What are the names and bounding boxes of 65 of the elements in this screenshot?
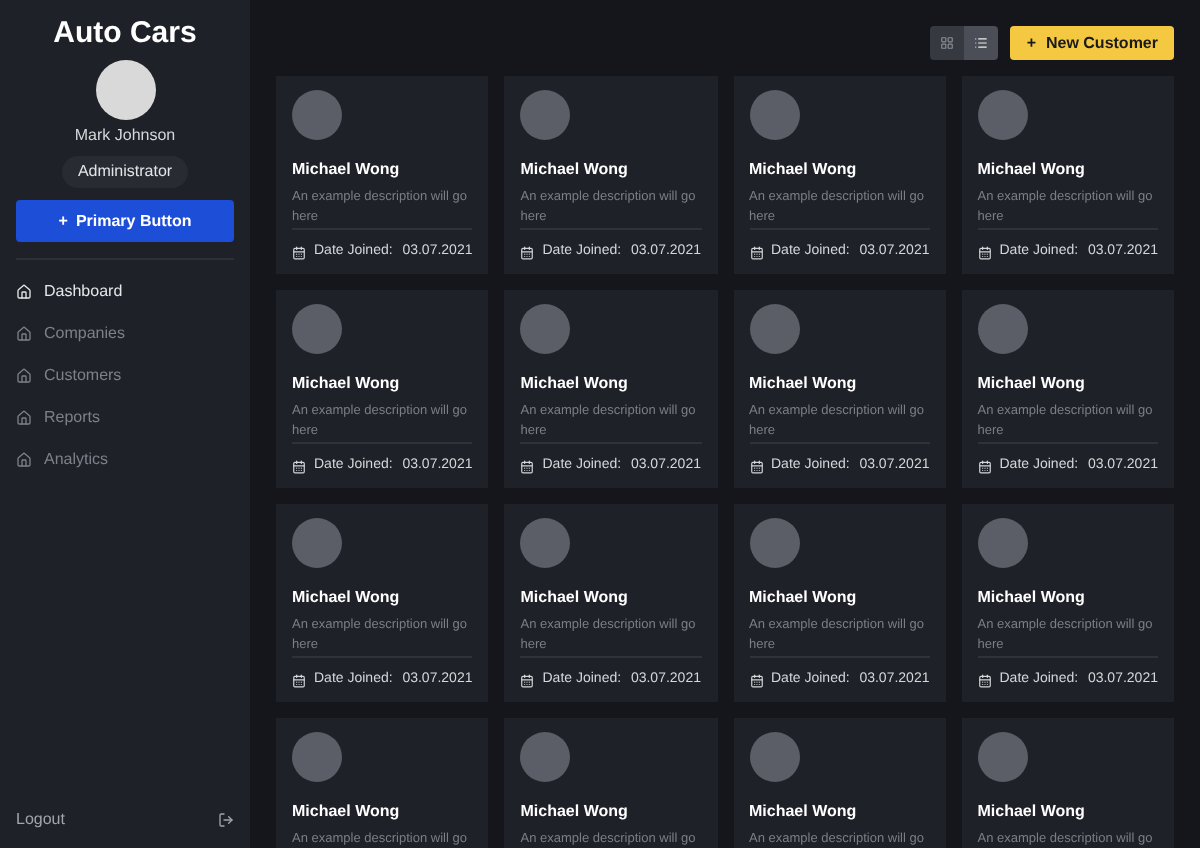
customer-name: Michael Wong: [977, 588, 1087, 608]
customer-name: Michael Wong: [292, 374, 402, 394]
nav-item[interactable]: Dashboard: [16, 270, 234, 312]
calendar-icon: [292, 459, 306, 473]
calendar-icon: [749, 245, 763, 259]
customer-name: Michael Wong: [292, 588, 402, 608]
nav-item[interactable]: Customers: [16, 354, 234, 396]
customer-name: Michael Wong: [749, 588, 859, 608]
avatar-placeholder: [977, 732, 1028, 782]
calendar-icon: [977, 245, 992, 259]
avatar-placeholder: [977, 304, 1028, 354]
logout-icon: [218, 812, 234, 828]
role-badge: Administrator: [61, 156, 189, 188]
customer-name: Michael Wong: [292, 802, 402, 822]
nav-item[interactable]: Companies: [16, 312, 234, 354]
avatar-placeholder: [95, 60, 155, 120]
calendar-icon: [520, 245, 535, 259]
customer-name: Michael Wong: [520, 802, 630, 822]
avatar-placeholder: [520, 732, 571, 782]
primary-button[interactable]: + Primary Button: [16, 200, 234, 242]
customer-name: Michael Wong: [749, 802, 859, 822]
home-icon: [16, 367, 32, 383]
app-title: Auto Cars: [51, 16, 199, 52]
customer-name: Michael Wong: [520, 160, 630, 180]
customer-name: Michael Wong: [520, 588, 630, 608]
new-customer-button[interactable]: + New Customer: [1010, 26, 1174, 60]
home-icon: [16, 451, 32, 467]
calendar-icon: [977, 459, 992, 473]
avatar-placeholder: [292, 518, 342, 568]
calendar-icon: [977, 673, 992, 687]
nav-item[interactable]: Reports: [16, 396, 234, 438]
calendar-icon: [292, 673, 306, 687]
avatar-placeholder: [749, 304, 799, 354]
avatar-placeholder: [292, 732, 342, 782]
avatar-placeholder: [749, 732, 799, 782]
avatar-placeholder: [749, 90, 799, 140]
avatar-placeholder: [977, 518, 1028, 568]
user-name: Mark Johnson: [72, 126, 178, 146]
calendar-icon: [749, 459, 763, 473]
home-icon: [16, 409, 32, 425]
home-icon: [16, 325, 32, 341]
customer-name: Michael Wong: [749, 374, 859, 394]
customer-name: Michael Wong: [749, 160, 859, 180]
customer-name: Michael Wong: [977, 374, 1087, 394]
grid-icon: [940, 36, 955, 50]
customer-name: Michael Wong: [292, 160, 402, 180]
customer-name: Michael Wong: [977, 802, 1087, 822]
nav-item[interactable]: Analytics: [16, 438, 234, 480]
list-icon: [974, 36, 989, 50]
calendar-icon: [292, 245, 306, 259]
home-icon: [16, 283, 32, 299]
avatar-placeholder: [520, 90, 571, 140]
avatar-placeholder: [520, 304, 571, 354]
logout-button[interactable]: Logout: [16, 808, 234, 832]
avatar-placeholder: [520, 518, 571, 568]
avatar-placeholder: [749, 518, 799, 568]
calendar-icon: [520, 673, 535, 687]
calendar-icon: [749, 673, 763, 687]
list-view-button[interactable]: [964, 26, 999, 60]
avatar-placeholder: [292, 90, 342, 140]
avatar-placeholder: [977, 90, 1028, 140]
customer-name: Michael Wong: [520, 374, 630, 394]
customer-name: Michael Wong: [977, 160, 1087, 180]
calendar-icon: [520, 459, 535, 473]
avatar-placeholder: [292, 304, 342, 354]
